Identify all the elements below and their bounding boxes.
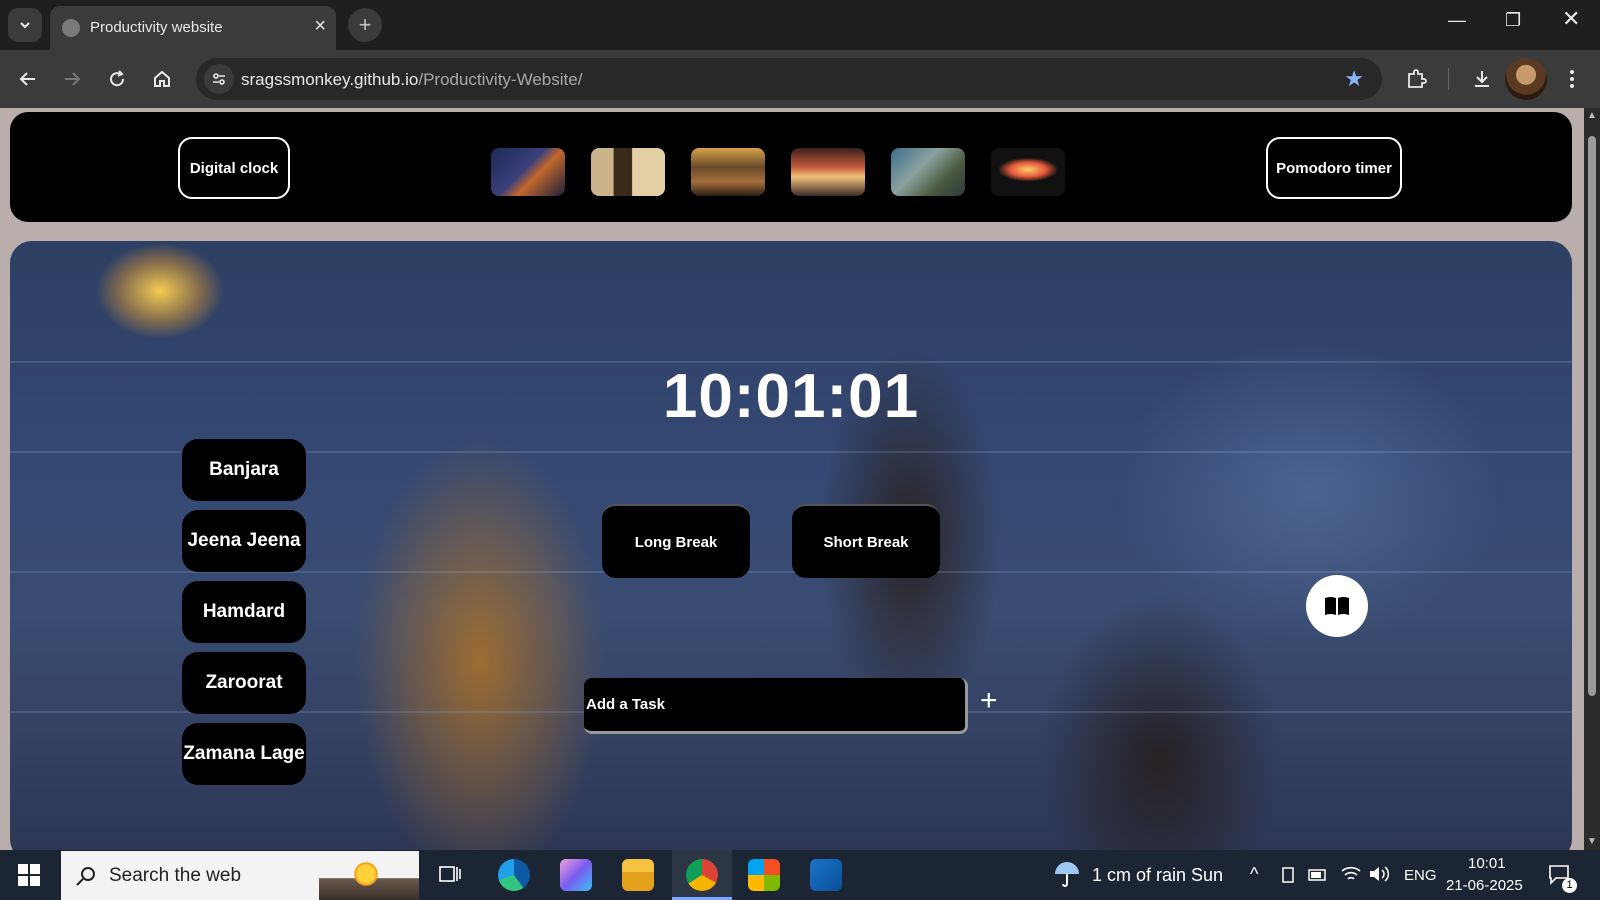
hero-background: 10:01:01 Banjara Jeena Jeena Hamdard Zar… (10, 241, 1572, 850)
new-tab-button[interactable]: + (348, 8, 382, 42)
browser-toolbar: sragssmonkey.github.io/Productivity-Webs… (0, 50, 1600, 108)
short-break-button[interactable]: Short Break (792, 504, 940, 578)
close-window-icon[interactable]: ✕ (1562, 6, 1580, 32)
long-break-button[interactable]: Long Break (602, 504, 750, 578)
thumb-store[interactable] (891, 148, 965, 196)
tab-search-button[interactable] (8, 8, 42, 42)
pomodoro-timer-button[interactable]: Pomodoro timer (1266, 137, 1402, 199)
windows-taskbar: Search the web 1 cm of rain Sun ^ ENG 10… (0, 850, 1600, 900)
tab-strip: Productivity website × + — ❐ ✕ (0, 0, 1600, 50)
clock-time[interactable]: 10:01 (1468, 855, 1506, 872)
forward-icon[interactable] (60, 67, 84, 91)
web-page: Digital clock Pomodoro timer 10:01:01 Ba… (0, 108, 1584, 850)
volume-icon[interactable] (1368, 864, 1390, 884)
clock-date[interactable]: 21-06-2025 (1446, 877, 1523, 894)
song-button-hamdard[interactable]: Hamdard (182, 581, 306, 643)
search-highlight-art (319, 851, 419, 900)
song-button-jeena-jeena[interactable]: Jeena Jeena (182, 510, 306, 572)
url-path: /Productivity-Website/ (418, 70, 583, 89)
chevron-down-icon (20, 22, 30, 29)
microsoft-store-icon[interactable] (748, 859, 780, 891)
thumb-diner[interactable] (791, 148, 865, 196)
minimize-icon[interactable]: — (1448, 10, 1466, 31)
search-icon (76, 867, 95, 886)
scroll-up-icon[interactable]: ▲ (1587, 110, 1597, 121)
digital-clock-display: 10:01:01 (662, 362, 920, 431)
song-button-zamana-lage[interactable]: Zamana Lage (182, 723, 306, 785)
download-icon[interactable] (1470, 67, 1494, 91)
scroll-thumb[interactable] (1588, 136, 1596, 696)
back-icon[interactable] (16, 67, 40, 91)
digital-clock-button[interactable]: Digital clock (178, 137, 290, 199)
restore-icon[interactable]: ❐ (1505, 10, 1521, 31)
profile-avatar[interactable] (1505, 58, 1547, 100)
chrome-taskbar-active[interactable] (672, 850, 732, 900)
page-scrollbar[interactable]: ▲ ▼ (1584, 108, 1600, 850)
taskbar-search-box[interactable]: Search the web (61, 851, 419, 900)
tab-title: Productivity website (90, 19, 223, 36)
close-tab-icon[interactable]: × (314, 16, 326, 36)
thumb-phone-book[interactable] (591, 148, 665, 196)
thumb-bookshop[interactable] (691, 148, 765, 196)
song-button-banjara[interactable]: Banjara (182, 439, 306, 501)
bookmark-star-icon[interactable]: ★ (1344, 66, 1364, 92)
edge-icon[interactable] (498, 859, 530, 891)
globe-icon (62, 19, 80, 37)
kebab-menu-icon[interactable] (1560, 67, 1584, 91)
chrome-icon (686, 859, 718, 891)
language-indicator[interactable]: ENG (1404, 867, 1437, 884)
copilot-icon[interactable] (560, 859, 592, 891)
add-task-input[interactable] (584, 678, 968, 734)
toolbar-divider (1448, 68, 1449, 90)
search-placeholder: Search the web (109, 865, 242, 886)
browser-tab-active[interactable]: Productivity website × (50, 6, 336, 50)
book-open-icon (1325, 597, 1349, 615)
wifi-icon[interactable] (1340, 864, 1362, 884)
song-button-zaroorat[interactable]: Zaroorat (182, 652, 306, 714)
address-bar[interactable]: sragssmonkey.github.io/Productivity-Webs… (196, 58, 1382, 100)
rain-umbrella-icon (1055, 862, 1079, 887)
home-icon[interactable] (150, 67, 174, 91)
thumb-night-walk[interactable] (491, 148, 565, 196)
url-domain: sragssmonkey.github.io (241, 70, 419, 89)
outlook-icon[interactable] (810, 859, 842, 891)
battery-icon[interactable] (1308, 868, 1328, 882)
reload-icon[interactable] (105, 67, 129, 91)
site-settings-icon[interactable] (204, 64, 234, 94)
windows-start-icon[interactable] (18, 864, 40, 886)
notification-badge: 1 (1562, 878, 1577, 893)
weather-text[interactable]: 1 cm of rain Sun (1092, 865, 1223, 886)
add-task-plus-icon[interactable]: + (980, 686, 998, 716)
extensions-icon[interactable] (1404, 67, 1428, 91)
scroll-down-icon[interactable]: ▼ (1587, 836, 1597, 847)
url-text: sragssmonkey.github.io/Productivity-Webs… (241, 70, 582, 90)
thumb-carnival[interactable] (991, 148, 1065, 196)
notes-button[interactable] (1306, 575, 1368, 637)
top-nav-bar: Digital clock Pomodoro timer (10, 112, 1572, 222)
device-icon[interactable] (1280, 866, 1296, 884)
task-view-icon[interactable] (438, 864, 462, 886)
chevron-up-icon[interactable]: ^ (1250, 864, 1258, 885)
file-explorer-icon[interactable] (622, 859, 654, 891)
sun-icon (351, 859, 381, 889)
